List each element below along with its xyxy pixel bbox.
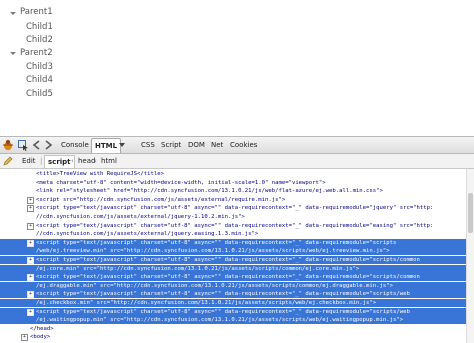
devtools-panel: Console HTML CSS Script DOM Net Cookies …	[0, 136, 474, 343]
source-line[interactable]: /ej.core.min" src="http://cdn.syncfusion…	[0, 264, 466, 273]
source-line-text: /ej.waitingpopup.min" src="http://cdn.sy…	[36, 317, 404, 324]
collapse-arrow-icon[interactable]	[10, 52, 16, 55]
tree-node-child3[interactable]: Child3	[26, 61, 53, 74]
vertical-scrollbar[interactable]	[466, 169, 474, 343]
tree-node-label: Child5	[26, 89, 53, 99]
source-line-text: <script type="text/javascript" charset="…	[36, 257, 420, 263]
tree-node-label: Child3	[26, 62, 53, 72]
tree-node-child4[interactable]: Child4	[26, 74, 53, 87]
source-line[interactable]: /ej.draggable.min" src="http://cdn.syncf…	[0, 281, 466, 290]
source-line-text: <script type="text/javascript" charset="…	[36, 239, 397, 246]
source-line-text: <link rel="stylesheet" href="http://cdn.…	[36, 188, 383, 195]
firebug-icon[interactable]	[2, 139, 14, 151]
tree-node-label: Parent2	[20, 48, 53, 58]
scrollbar-thumb[interactable]	[468, 193, 473, 233]
tab-cookies[interactable]: Cookies	[227, 138, 260, 152]
tab-menu-icon[interactable]	[118, 140, 126, 152]
forward-icon[interactable]	[42, 139, 54, 151]
edit-icon[interactable]	[3, 156, 13, 166]
expand-toggle-icon[interactable]: +	[27, 308, 34, 316]
breadcrumb-separator-icon: ‹	[71, 157, 74, 165]
source-line-text: <body>	[30, 334, 51, 341]
source-line[interactable]: /ej.checkbox.min" src="http://cdn.syncfu…	[0, 299, 466, 307]
expand-toggle-icon[interactable]: +	[27, 257, 34, 264]
tree-node-label: Child2	[26, 35, 53, 45]
tab-script[interactable]: Script	[158, 138, 184, 152]
tree-node-parent2[interactable]: Parent2	[20, 47, 53, 60]
source-line[interactable]: + <script type="text/javascript" charset=…	[0, 238, 466, 247]
source-line[interactable]: + <script type="text/javascript" charset=…	[0, 290, 466, 299]
treeview: Parent1 Child1 Child2 Parent2 Child3 Chi…	[0, 0, 474, 132]
source-line[interactable]: <title>TreeView with RequireJS</title>	[0, 170, 466, 178]
tree-node-parent1[interactable]: Parent1	[20, 6, 53, 19]
source-line[interactable]: </head>	[0, 325, 466, 333]
source-line[interactable]: <link rel="stylesheet" href="http://cdn.…	[0, 187, 466, 195]
expand-toggle-icon[interactable]: +	[21, 334, 28, 342]
breadcrumb-separator-icon: ‹	[94, 157, 97, 165]
source-line-text: <title>TreeView with RequireJS</title>	[36, 171, 164, 177]
source-line-text: /web/ej.treeview.min" src="http://cdn.sy…	[36, 248, 390, 255]
source-line[interactable]: /web/ej.treeview.min" src="http://cdn.sy…	[0, 247, 466, 256]
source-line-text: <script src="http://cdn.syncfusion.com/j…	[36, 196, 286, 203]
source-line-text: /ej.draggable.min" src="http://cdn.syncf…	[36, 282, 393, 289]
tab-net[interactable]: Net	[208, 138, 226, 152]
source-line-text: //cdn.syncfusion.com/js/assets/external/…	[36, 214, 245, 220]
source-line-text: <meta charset="utf-8" content="width=dev…	[36, 179, 326, 186]
expand-toggle-icon[interactable]: +	[27, 291, 34, 299]
devtools-toolbar: Edit | script ‹ head ‹ html	[0, 154, 474, 169]
tab-css[interactable]: CSS	[138, 138, 158, 152]
breadcrumb-head[interactable]: head	[78, 154, 95, 168]
source-line[interactable]: + <script type="text/javascript" charset=…	[0, 204, 466, 213]
expand-toggle-icon[interactable]: +	[27, 196, 34, 204]
tab-dom[interactable]: DOM	[185, 138, 208, 152]
source-line-text: <script type="text/javascript" charset="…	[36, 274, 420, 281]
tree-node-label: Child4	[26, 75, 53, 85]
toolbar-separator: |	[40, 157, 43, 165]
source-line-text: <script type="text/javascript" charset="…	[36, 308, 410, 315]
source-line[interactable]: /ej.waitingpopup.min" src="http://cdn.sy…	[0, 316, 466, 325]
html-source-view: <title>TreeView with RequireJS</title> <m…	[0, 169, 474, 343]
tree-node-label: Child1	[26, 22, 53, 32]
expand-toggle-icon[interactable]: +	[27, 239, 34, 247]
tab-html[interactable]: HTML	[91, 138, 122, 153]
source-line[interactable]: <meta charset="utf-8" content="width=dev…	[0, 179, 466, 187]
source-line[interactable]: + <script type="text/javascript" charset=…	[0, 256, 466, 264]
tree-node-child2[interactable]: Child2	[26, 34, 53, 47]
source-line-text: <script type="text/javascript" charset="…	[36, 205, 434, 212]
expand-toggle-icon[interactable]: +	[27, 205, 34, 213]
source-line[interactable]: + <script type="text/javascript" charset=…	[0, 222, 466, 230]
tree-node-label: Parent1	[20, 7, 53, 17]
collapse-arrow-icon[interactable]	[10, 12, 16, 15]
source-line[interactable]: //cdn.syncfusion.com/js/assets/external/…	[0, 230, 466, 238]
source-line[interactable]: + <script src="http://cdn.syncfusion.com/…	[0, 196, 466, 204]
source-line[interactable]: //cdn.syncfusion.com/js/assets/external/…	[0, 213, 466, 221]
edit-button[interactable]: Edit	[22, 154, 36, 168]
source-line-text: /ej.core.min" src="http://cdn.syncfusion…	[36, 265, 360, 272]
expand-toggle-icon[interactable]: +	[27, 222, 34, 230]
breadcrumb-script[interactable]: script	[44, 155, 75, 169]
source-line[interactable]: + <script type="text/javascript" charset=…	[0, 273, 466, 282]
devtools-tabbar: Console HTML CSS Script DOM Net Cookies	[0, 137, 474, 154]
inspect-icon[interactable]	[17, 139, 29, 151]
source-line-text: /ej.checkbox.min" src="http://cdn.syncfu…	[36, 300, 377, 306]
tree-node-child1[interactable]: Child1	[26, 21, 53, 34]
tree-node-child5[interactable]: Child5	[26, 88, 53, 101]
source-line-text: <script type="text/javascript" charset="…	[36, 222, 434, 229]
source-line-text: <script type="text/javascript" charset="…	[36, 291, 410, 298]
source-line[interactable]: + <body>	[0, 333, 466, 342]
tab-console[interactable]: Console	[58, 138, 92, 152]
expand-toggle-icon[interactable]: +	[27, 274, 34, 282]
breadcrumb-html[interactable]: html	[101, 154, 117, 168]
source-line[interactable]: + <script type="text/javascript" charset=…	[0, 307, 466, 316]
source-line-text: </head>	[30, 325, 54, 332]
source-line-text: //cdn.syncfusion.com/js/assets/external/…	[36, 231, 259, 238]
